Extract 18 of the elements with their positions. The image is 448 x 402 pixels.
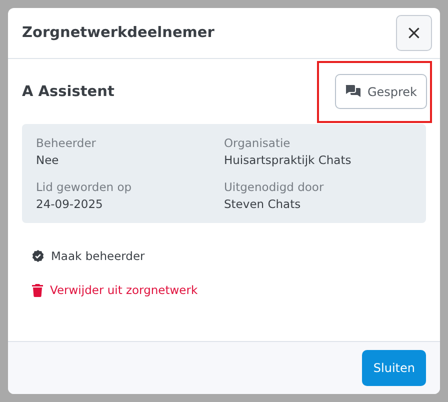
detail-label: Uitgenodigd door <box>224 180 325 194</box>
detail-label: Beheerder <box>36 136 98 150</box>
check-badge-icon <box>32 250 44 262</box>
detail-value: Steven Chats <box>224 197 302 211</box>
detail-value: Nee <box>36 153 60 167</box>
detail-label: Lid geworden op <box>36 180 133 194</box>
detail-value: 24-09-2025 <box>36 197 104 211</box>
chat-button[interactable]: Gesprek <box>335 74 427 109</box>
detail-value: Huisartspraktijk Chats <box>224 153 352 167</box>
remove-link[interactable]: Verwijder uit zorgnetwerk <box>32 283 198 297</box>
make-admin-link[interactable]: Maak beheerder <box>32 249 145 263</box>
close-dialog-button[interactable]: Sluiten <box>362 350 426 386</box>
trash-icon <box>32 284 43 296</box>
close-button[interactable]: × <box>396 15 432 51</box>
participant-name: A Assistent <box>22 84 114 100</box>
dialog-title: Zorgnetwerkdeelnemer <box>22 25 214 41</box>
chat-icon <box>345 85 362 98</box>
detail-label: Organisatie <box>224 136 292 150</box>
